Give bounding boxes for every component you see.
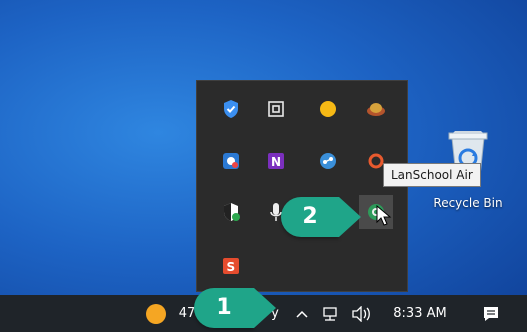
defender-shield-icon[interactable] — [214, 92, 248, 126]
tray-overflow-flyout: N S — [196, 80, 408, 292]
windows-security-icon[interactable] — [214, 195, 248, 229]
blue-record-icon[interactable] — [214, 144, 248, 178]
svg-text:N: N — [271, 155, 281, 169]
recycle-bin-label: Recycle Bin — [433, 196, 503, 210]
volume-icon[interactable] — [347, 295, 377, 332]
blue-share-icon[interactable] — [311, 144, 345, 178]
notifications-icon[interactable] — [478, 295, 504, 332]
lanschool-air-tooltip: LanSchool Air — [383, 163, 481, 187]
yellow-circle-icon[interactable] — [311, 92, 345, 126]
onenote-icon[interactable]: N — [259, 144, 293, 178]
mouse-cursor-icon — [376, 205, 392, 226]
svg-text:S: S — [227, 260, 236, 274]
weather-sun-icon[interactable] — [138, 295, 174, 332]
clock-time[interactable]: 8:33 AM — [387, 295, 453, 332]
desktop: Recycle Bin N S LanSchool Air 2 — [0, 0, 527, 295]
chevron-up-icon[interactable] — [291, 295, 313, 332]
network-icon[interactable] — [317, 295, 343, 332]
callout-step-2: 2 — [281, 197, 361, 237]
brown-hat-icon[interactable] — [359, 92, 393, 126]
windows-app-icon[interactable] — [259, 92, 293, 126]
sogou-s-icon[interactable]: S — [214, 249, 248, 283]
callout-step-1: 1 — [194, 288, 276, 328]
